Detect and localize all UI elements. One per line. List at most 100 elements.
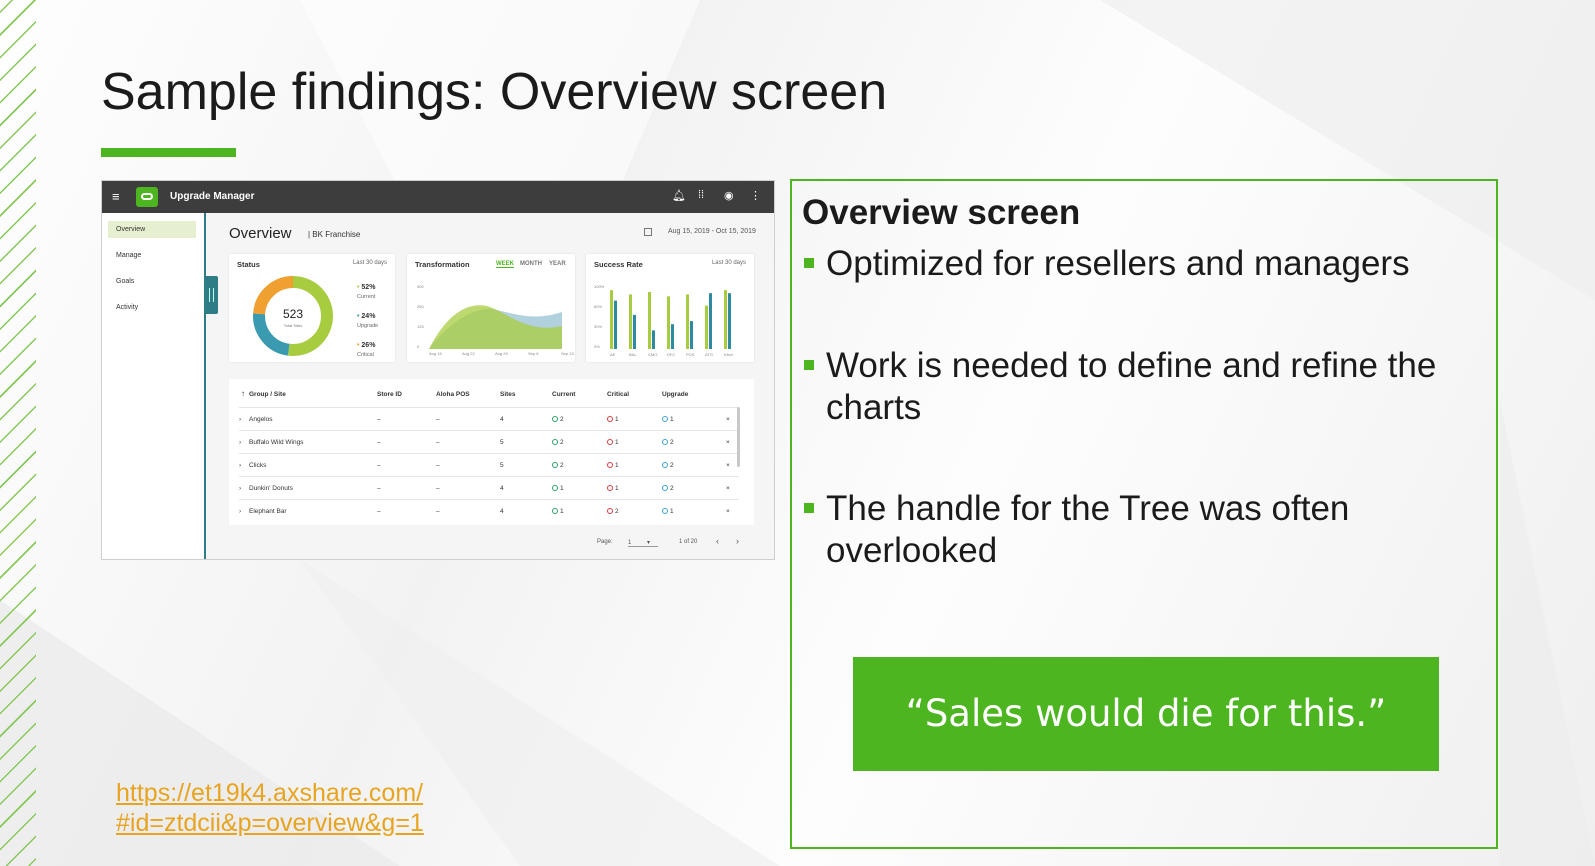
success-bar-teal <box>652 330 655 349</box>
cell-pos: – <box>436 416 440 423</box>
row-close-icon[interactable]: × <box>726 485 730 492</box>
bullet-1: Optimized for resellers and managers <box>804 243 1454 285</box>
status-dot-icon <box>552 485 558 491</box>
success-x-tick: BAL <box>629 352 637 357</box>
trans-y-tick: 250 <box>417 304 424 309</box>
table-scrollbar <box>737 407 740 467</box>
cell-critical: 1 <box>607 416 619 423</box>
status-dot-icon <box>607 416 613 422</box>
sidebar-item-activity: Activity <box>116 304 139 311</box>
col-aloha-pos: Aloha POS <box>436 391 470 398</box>
status-dot-icon <box>662 462 668 468</box>
success-bar-teal <box>671 324 674 349</box>
status-dot-icon <box>552 416 558 422</box>
quote-callout: “Sales would die for this.” <box>853 657 1439 771</box>
app-bar: ≡ Upgrade Manager 🔔︎ ⁞⁞ ◉ ⋮ <box>102 181 774 213</box>
franchise-label: | BK Franchise <box>308 230 361 239</box>
cell-pos: – <box>436 485 440 492</box>
hamburger-icon: ≡ <box>112 189 120 204</box>
table-row[interactable]: › Buffalo Wild Wings – – 5 2 1 2 × <box>239 430 739 454</box>
transformation-area-chart: 300 250 125 0 Aug 15 Aug 22 Aug 29 Sep 6 Sep 13 <box>417 284 574 356</box>
row-close-icon[interactable]: × <box>726 439 730 446</box>
success-x-tick: ATG <box>705 352 713 357</box>
col-upgrade: Upgrade <box>662 391 689 398</box>
trans-x-tick: Sep 6 <box>528 351 539 356</box>
date-range: Aug 15, 2019 - Oct 15, 2019 <box>668 228 756 235</box>
success-bar-teal <box>690 321 693 349</box>
success-x-tick: DFC <box>667 352 675 357</box>
trans-y-tick: 0 <box>417 344 420 349</box>
prototype-link[interactable]: https://et19k4.axshare.com/ #id=ztdcii&p… <box>116 778 424 838</box>
table-row[interactable]: › Elephant Bar – – 4 1 2 1 × <box>239 499 739 523</box>
status-dot-icon <box>607 485 613 491</box>
trans-y-tick: 300 <box>417 284 424 289</box>
status-dot-icon <box>607 462 613 468</box>
title-underline <box>101 148 236 157</box>
overview-title: Overview <box>229 225 292 242</box>
table-row[interactable]: › Clicks – – 5 2 1 2 × <box>239 453 739 477</box>
bullet-square-icon <box>804 360 814 370</box>
sidebar-item-goals: Goals <box>116 278 135 285</box>
expand-chevron-icon[interactable]: › <box>239 508 241 515</box>
status-dot-icon <box>662 416 668 422</box>
expand-chevron-icon[interactable]: › <box>239 416 241 423</box>
link-line-2: #id=ztdcii&p=overview&g=1 <box>116 809 424 837</box>
page-label: Page: <box>597 539 613 545</box>
cell-name: Angelos <box>249 416 273 423</box>
trans-x-tick: Sep 13 <box>561 351 574 356</box>
cell-name: Clicks <box>249 462 267 469</box>
status-dot-icon <box>552 439 558 445</box>
cell-sites: 4 <box>500 508 504 515</box>
transformation-card: Transformation WEEK MONTH YEAR 300 250 125… <box>407 254 575 362</box>
table-row[interactable]: › Dunkin' Donuts – – 4 1 1 2 × <box>239 476 739 500</box>
success-x-tick: Kitch <box>724 352 733 357</box>
success-x-tick: AE <box>610 352 616 357</box>
cell-current: 1 <box>552 485 564 492</box>
cell-critical: 1 <box>607 485 619 492</box>
row-close-icon[interactable]: × <box>726 416 730 423</box>
col-store-id: Store ID <box>377 391 402 398</box>
col-sites: Sites <box>500 391 516 398</box>
cell-name: Buffalo Wild Wings <box>249 439 304 446</box>
status-total-label: Total Sites <box>284 323 302 328</box>
success-bar-green <box>724 290 727 349</box>
trans-x-tick: Aug 29 <box>495 351 508 356</box>
findings-panel: Overview screen Optimized for resellers … <box>790 179 1498 849</box>
cell-upgrade: 1 <box>662 416 674 423</box>
cell-store: – <box>377 508 381 515</box>
success-bar-green <box>629 294 632 349</box>
status-dot-icon <box>662 508 668 514</box>
bell-icon: 🔔︎ <box>672 190 686 202</box>
tree-handle <box>204 276 218 314</box>
cell-name: Dunkin' Donuts <box>249 485 293 492</box>
success-bar-teal <box>709 293 712 349</box>
bullet-2: Work is needed to define and refine the … <box>804 345 1454 429</box>
success-bar-chart: 100% 60% 30% 0% AE BAL CMO DFC POS ATG Kitch <box>594 284 733 357</box>
col-current: Current <box>552 391 576 398</box>
cell-critical: 2 <box>607 508 619 515</box>
cell-current: 2 <box>552 416 564 423</box>
sites-table: Group / Site Store ID Aloha POS Sites Cu… <box>229 379 754 525</box>
expand-chevron-icon[interactable]: › <box>239 439 241 446</box>
success-y-tick: 100% <box>594 284 605 289</box>
calendar-icon <box>644 228 652 236</box>
sidebar-item-overview: Overview <box>108 221 196 238</box>
row-close-icon[interactable]: × <box>726 462 730 469</box>
expand-chevron-icon[interactable]: › <box>239 485 241 492</box>
cell-name: Elephant Bar <box>249 508 287 515</box>
trans-x-tick: Aug 15 <box>429 351 442 356</box>
table-row[interactable]: › Angelos – – 4 2 1 1 × <box>239 407 739 431</box>
cell-current: 2 <box>552 439 564 446</box>
page-select: 1 ▾ <box>628 539 658 547</box>
success-bar-green <box>667 296 670 349</box>
cell-store: – <box>377 462 381 469</box>
row-close-icon[interactable]: × <box>726 508 730 515</box>
expand-chevron-icon[interactable]: › <box>239 462 241 469</box>
page-count: 1 of 20 <box>679 539 698 545</box>
success-x-tick: POS <box>686 352 695 357</box>
cell-pos: – <box>436 439 440 446</box>
app-sidebar: Overview Manage Goals Activity <box>102 213 206 559</box>
success-bar-green <box>686 294 689 349</box>
status-legend: • 52% Current • 24% Upgrade • 26% Critic… <box>357 282 393 369</box>
success-bar-teal <box>614 300 617 349</box>
